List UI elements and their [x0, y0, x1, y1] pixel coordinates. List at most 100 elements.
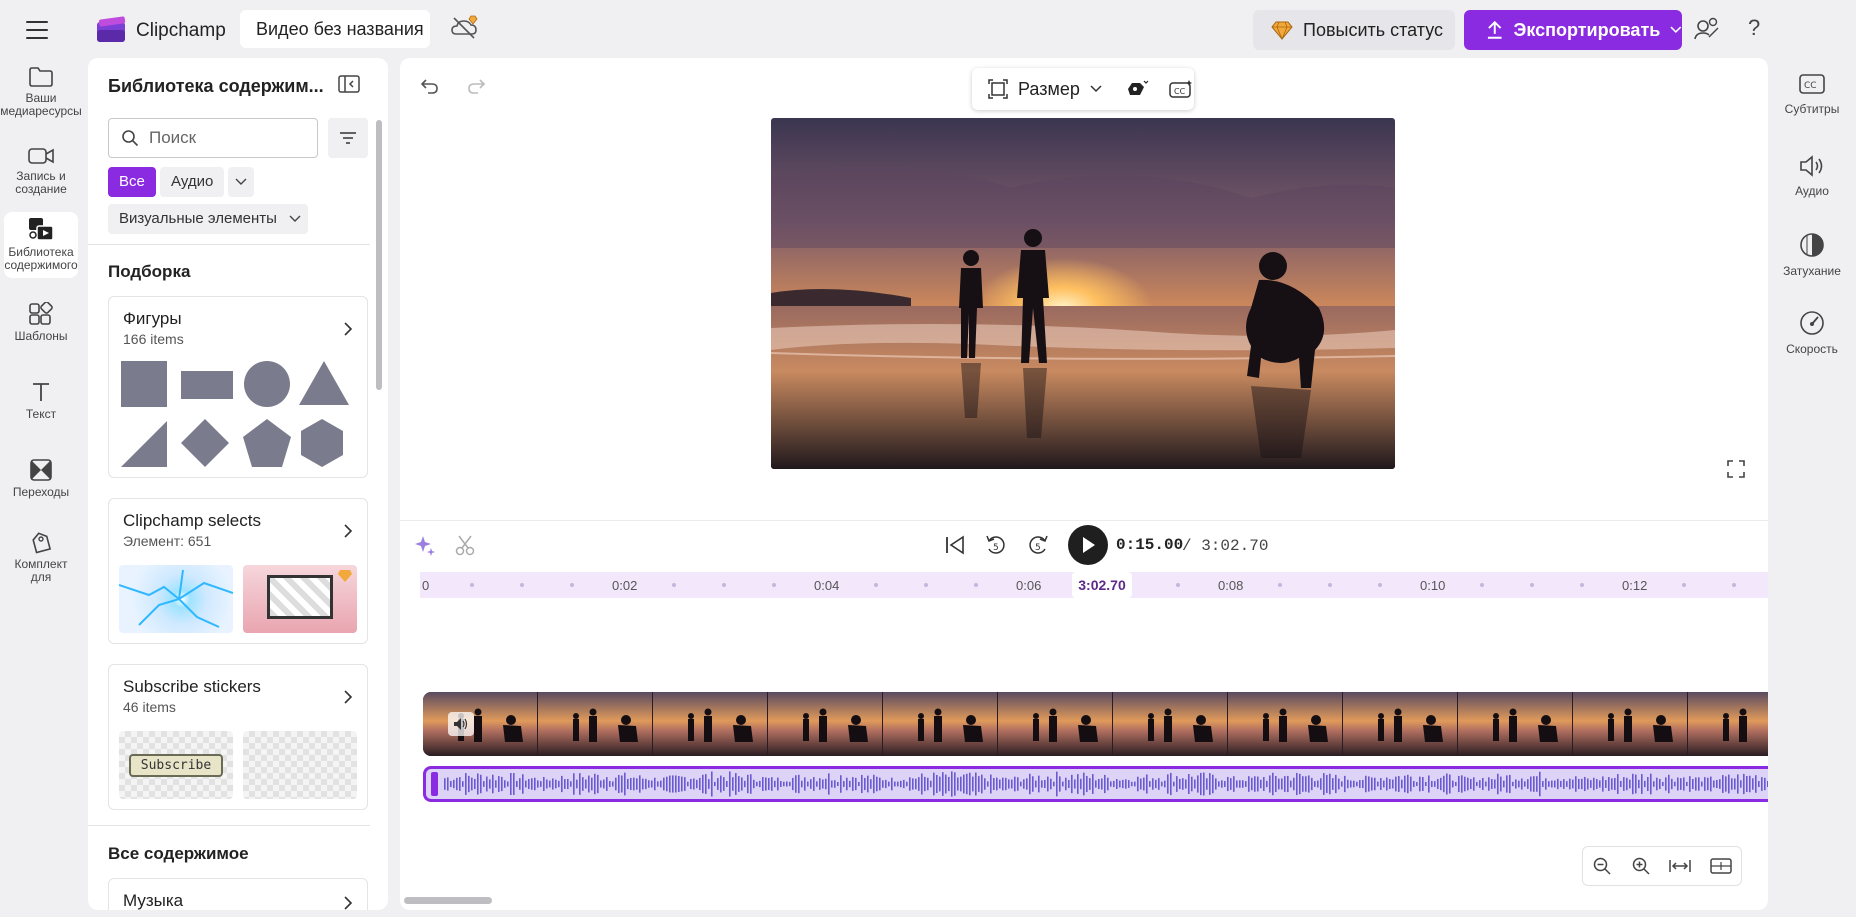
redo-icon[interactable] — [466, 76, 486, 96]
hamburger-menu-icon[interactable] — [22, 18, 52, 42]
rewind-5-icon[interactable]: 5 — [984, 533, 1008, 557]
nav-item-brand-kit[interactable]: Комплект для — [4, 530, 78, 584]
filter-icon — [340, 132, 356, 144]
export-button[interactable]: Экспортировать — [1464, 10, 1682, 50]
play-button[interactable] — [1068, 525, 1108, 565]
audio-clip[interactable] — [423, 766, 1768, 802]
fullscreen-icon[interactable] — [1726, 459, 1746, 479]
lightning-thumbnail[interactable] — [119, 565, 233, 633]
nav-label: Аудио — [1795, 184, 1829, 198]
chevron-down-icon[interactable] — [1090, 85, 1102, 93]
background-remove-icon[interactable] — [1126, 79, 1150, 99]
nav-item-library[interactable]: Библиотека содержимого — [4, 212, 78, 278]
clipchamp-selects-card[interactable]: Clipchamp selects Элемент: 651 — [108, 498, 368, 644]
filter-button[interactable] — [328, 118, 368, 158]
premium-diamond-icon — [338, 570, 352, 582]
search-input[interactable]: Поиск — [108, 118, 318, 158]
export-label: Экспортировать — [1513, 19, 1661, 40]
scissors-icon[interactable] — [454, 534, 476, 556]
fade-icon — [1800, 233, 1824, 257]
audio-trim-handle[interactable] — [431, 772, 438, 796]
nav-item-templates[interactable]: Шаблоны — [4, 302, 78, 343]
right-nav-audio[interactable]: Аудио — [1768, 154, 1856, 198]
video-clip[interactable] — [423, 692, 1768, 756]
nav-item-record[interactable]: Запись и создание — [4, 146, 78, 196]
clip-volume-icon[interactable] — [448, 712, 474, 736]
shapes-card[interactable]: Фигуры 166 items — [108, 296, 368, 478]
search-icon — [122, 130, 139, 147]
camera-icon — [28, 148, 54, 164]
filter-chip-audio[interactable]: Аудио — [160, 167, 225, 197]
preview-toolbar: Размер CC — [972, 68, 1194, 110]
share-people-icon[interactable] — [1694, 17, 1720, 41]
total-time: / 3:02.70 — [1182, 537, 1269, 555]
video-preview[interactable] — [771, 118, 1395, 469]
filter-chip-all[interactable]: Все — [108, 167, 156, 197]
project-title-field[interactable]: Видео без названия — [240, 10, 430, 48]
card-subtitle: Элемент: 651 — [123, 533, 212, 549]
audio-dropdown[interactable] — [228, 167, 254, 197]
music-card[interactable]: Музыка — [108, 878, 368, 910]
upgrade-button[interactable]: Повысить статус — [1253, 10, 1455, 50]
current-time: 0:15.00 — [1116, 536, 1184, 554]
fit-timeline-icon[interactable] — [1669, 857, 1691, 875]
chevron-right-icon — [344, 690, 353, 704]
collapse-panel-icon[interactable] — [338, 74, 360, 94]
left-nav: Ваши медиаресурсы Запись и создание Библ… — [0, 58, 84, 917]
nav-item-text[interactable]: Текст — [4, 380, 78, 421]
subscribe-stickers-card[interactable]: Subscribe stickers 46 items Subscribe — [108, 664, 368, 810]
library-scrollbar[interactable] — [376, 120, 382, 390]
speed-icon — [1800, 311, 1824, 335]
chevron-down-icon — [235, 178, 247, 185]
playhead-time[interactable]: 3:02.70 — [1072, 572, 1132, 598]
nav-label: Скорость — [1786, 342, 1838, 356]
auto-captions-icon[interactable]: CC — [1168, 79, 1194, 99]
divider — [88, 825, 370, 826]
play-icon — [1083, 537, 1095, 553]
sticker-thumbnail[interactable] — [243, 731, 357, 799]
zoom-out-icon[interactable] — [1592, 856, 1612, 876]
card-title: Clipchamp selects — [123, 511, 261, 530]
subscribe-sticker-thumbnail[interactable]: Subscribe — [119, 731, 233, 799]
filter-chip-visuals[interactable]: Визуальные элементы — [108, 204, 288, 234]
help-icon[interactable]: ? — [1748, 15, 1760, 41]
add-track-icon[interactable] — [1710, 857, 1732, 875]
ruler-tick: 0:02 — [612, 578, 638, 593]
shapes-preview — [121, 361, 349, 467]
undo-icon[interactable] — [420, 76, 440, 96]
content-library-panel: Библиотека содержим... Поиск Все Аудио В… — [88, 58, 388, 910]
ai-sparkle-icon[interactable] — [414, 534, 436, 556]
library-icon — [29, 218, 54, 241]
visuals-dropdown[interactable] — [282, 204, 308, 234]
card-subtitle: 166 items — [123, 331, 184, 347]
skip-to-start-icon[interactable] — [944, 535, 966, 555]
card-title: Subscribe stickers — [123, 677, 261, 696]
svg-text:CC: CC — [1174, 87, 1186, 96]
cloud-off-premium-icon[interactable] — [450, 14, 480, 42]
right-nav-captions[interactable]: CC Субтитры — [1768, 72, 1856, 116]
ruler-tick: 0:04 — [814, 578, 840, 593]
nav-label: Текст — [25, 407, 57, 421]
zoom-in-icon[interactable] — [1631, 856, 1651, 876]
sticker-text: Subscribe — [128, 753, 224, 777]
chevron-right-icon — [344, 322, 353, 336]
size-button[interactable]: Размер — [1018, 79, 1080, 100]
nav-item-media[interactable]: Ваши медиаресурсы — [0, 66, 82, 118]
forward-5-icon[interactable]: 5 — [1026, 533, 1050, 557]
frame-thumbnail[interactable] — [243, 565, 357, 633]
nav-item-transitions[interactable]: Переходы — [4, 458, 78, 499]
right-nav-speed[interactable]: Скорость — [1768, 310, 1856, 356]
card-title: Фигуры — [123, 309, 182, 328]
nav-label: Шаблоны — [14, 329, 68, 343]
clipchamp-logo-icon — [97, 16, 126, 42]
search-placeholder: Поиск — [149, 128, 197, 147]
right-nav-fade[interactable]: Затухание — [1768, 232, 1856, 278]
app-name: Clipchamp — [136, 20, 226, 41]
diamond-icon — [1271, 21, 1293, 40]
divider — [400, 520, 1768, 521]
nav-label: Переходы — [12, 485, 70, 499]
timeline-scrollbar[interactable] — [404, 897, 492, 904]
library-title: Библиотека содержим... — [108, 76, 324, 96]
featured-section-title: Подборка — [108, 262, 191, 281]
speaker-icon — [1800, 155, 1823, 177]
